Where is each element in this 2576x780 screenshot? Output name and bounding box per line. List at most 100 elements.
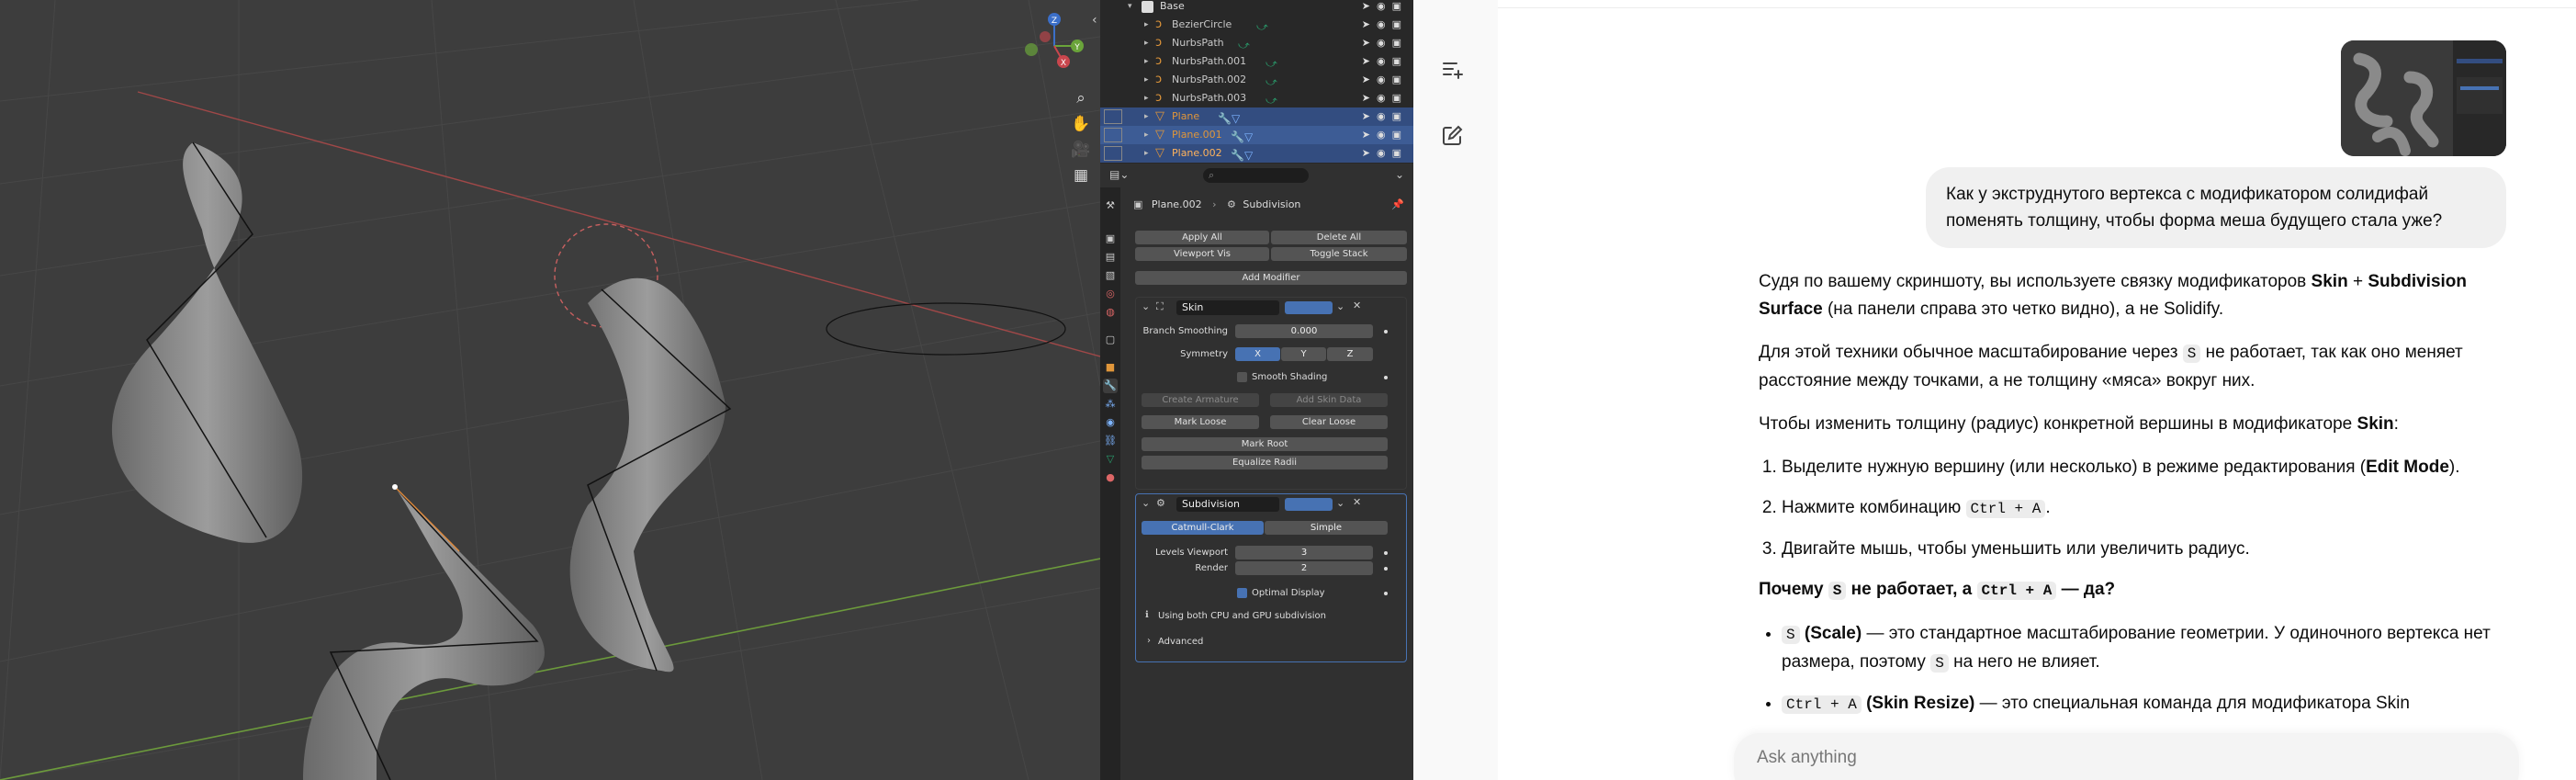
modifier-tab-icon[interactable]: 🔧: [1103, 379, 1118, 393]
visibility-icons[interactable]: ➤◉▣: [1362, 0, 1408, 16]
viewport-vis-button[interactable]: Viewport Vis: [1135, 247, 1269, 261]
visibility-icons[interactable]: ➤◉▣: [1362, 52, 1408, 71]
constraints-tab-icon[interactable]: ⛓: [1103, 434, 1118, 448]
3d-viewport[interactable]: Z Y X ‹ ⌕ ✋ 🎥 ▦: [0, 0, 1100, 780]
remove-modifier-icon[interactable]: ✕: [1353, 496, 1361, 508]
output-tab-icon[interactable]: ▤: [1103, 250, 1118, 265]
composer-input[interactable]: [1757, 748, 2400, 768]
visibility-icons[interactable]: ➤◉▣: [1362, 89, 1408, 107]
simple-toggle[interactable]: Simple: [1265, 521, 1388, 535]
mark-root-button[interactable]: Mark Root: [1142, 437, 1388, 451]
render-tab-icon[interactable]: ▣: [1103, 232, 1118, 246]
expand-icon[interactable]: ▸: [1144, 126, 1149, 144]
options-icon[interactable]: ⌄: [1395, 168, 1404, 181]
grid-icon[interactable]: ▦: [1069, 164, 1093, 187]
properties-search-input[interactable]: ⌕: [1203, 168, 1309, 183]
new-list-icon[interactable]: [1438, 55, 1466, 83]
visibility-icons[interactable]: ➤◉▣: [1362, 107, 1408, 126]
world-tab-icon[interactable]: ◍: [1103, 305, 1118, 320]
keyframe-dot[interactable]: [1384, 551, 1388, 555]
toggle-stack-button[interactable]: Toggle Stack: [1271, 247, 1407, 261]
symmetry-x-toggle[interactable]: X: [1235, 347, 1280, 361]
outliner-row-selected[interactable]: ▸ ▽ Plane.002 🔧▽ ➤◉▣: [1100, 144, 1413, 163]
outliner-row-selected[interactable]: ▸ ▽ Plane.001 🔧▽ ➤◉▣: [1100, 126, 1413, 144]
symmetry-y-toggle[interactable]: Y: [1281, 347, 1326, 361]
material-tab-icon[interactable]: ●: [1103, 470, 1118, 485]
hand-icon[interactable]: ✋: [1069, 112, 1093, 136]
camera-icon[interactable]: 🎥: [1069, 138, 1093, 162]
dropdown-icon[interactable]: ⌄: [1336, 497, 1344, 509]
optimal-display-checkbox[interactable]: [1237, 588, 1247, 598]
outliner-row[interactable]: ▸ ↄ NurbsPath.003 ⤻ ➤◉▣: [1100, 89, 1413, 107]
skin-visibility-toggles[interactable]: [1285, 301, 1333, 314]
expand-icon[interactable]: ▸: [1144, 107, 1149, 126]
particles-tab-icon[interactable]: ⁂: [1103, 397, 1118, 412]
collapse-icon[interactable]: ⌄: [1142, 300, 1150, 312]
collection-tab-icon[interactable]: ▢: [1103, 333, 1118, 347]
navigation-gizmo[interactable]: Z Y X: [1010, 9, 1098, 83]
equalize-radii-button[interactable]: Equalize Radii: [1142, 456, 1388, 469]
subdivision-visibility-toggles[interactable]: [1285, 498, 1333, 511]
render-levels-field[interactable]: 2: [1235, 561, 1373, 575]
add-skin-data-button[interactable]: Add Skin Data: [1270, 393, 1388, 407]
visibility-icons[interactable]: ➤◉▣: [1362, 126, 1408, 144]
tool-tab-icon[interactable]: ⚒: [1103, 198, 1118, 213]
edit-mode-icon[interactable]: [1104, 128, 1122, 142]
keyframe-dot[interactable]: [1384, 376, 1388, 379]
outliner-row-selected[interactable]: ▸ ▽ Plane 🔧▽ ➤◉▣: [1100, 107, 1413, 126]
advanced-section-label[interactable]: Advanced: [1158, 637, 1203, 647]
outliner-row[interactable]: ▸ ↄ BezierCircle ⤻ ➤◉▣: [1100, 16, 1413, 34]
view-layer-tab-icon[interactable]: ▧: [1103, 268, 1118, 283]
remove-modifier-icon[interactable]: ✕: [1353, 300, 1361, 311]
mark-loose-button[interactable]: Mark Loose: [1142, 415, 1259, 429]
scene-tab-icon[interactable]: ◎: [1103, 287, 1118, 301]
delete-all-button[interactable]: Delete All: [1271, 231, 1407, 244]
expand-advanced-icon[interactable]: ›: [1147, 636, 1151, 646]
expand-icon[interactable]: ▸: [1144, 89, 1149, 107]
visibility-icons[interactable]: ➤◉▣: [1362, 144, 1408, 163]
add-modifier-button[interactable]: Add Modifier: [1135, 271, 1407, 285]
visibility-icons[interactable]: ➤◉▣: [1362, 16, 1408, 34]
create-armature-button[interactable]: Create Armature: [1142, 393, 1259, 407]
skin-modifier-header[interactable]: ⌄ ⛶ Skin ⌄ ✕: [1136, 298, 1406, 318]
editor-type-icon[interactable]: ▤⌄: [1109, 168, 1129, 181]
pin-icon[interactable]: 📌: [1391, 187, 1404, 222]
skin-name-field[interactable]: Skin: [1176, 300, 1279, 315]
visibility-icons[interactable]: ➤◉▣: [1362, 34, 1408, 52]
zoom-icon[interactable]: ⌕: [1069, 86, 1093, 110]
outliner-row[interactable]: ▸ ↄ NurbsPath ⤻ ➤◉▣: [1100, 34, 1413, 52]
data-tab-icon[interactable]: ▽: [1103, 452, 1118, 467]
expand-icon[interactable]: ▸: [1144, 52, 1149, 71]
branch-smoothing-field[interactable]: 0.000: [1235, 324, 1373, 338]
subdivision-modifier-header[interactable]: ⌄ ⚙ Subdivision ⌄ ✕: [1136, 494, 1406, 514]
outliner-row[interactable]: ▸ ↄ NurbsPath.002 ⤻ ➤◉▣: [1100, 71, 1413, 89]
apply-all-button[interactable]: Apply All: [1135, 231, 1269, 244]
expand-icon[interactable]: ▾: [1128, 0, 1132, 16]
new-chat-icon[interactable]: [1438, 122, 1466, 150]
expand-icon[interactable]: ▸: [1144, 34, 1149, 52]
keyframe-dot[interactable]: [1384, 592, 1388, 595]
dropdown-icon[interactable]: ⌄: [1336, 300, 1344, 312]
edit-mode-icon[interactable]: [1104, 109, 1122, 124]
catmull-clark-toggle[interactable]: Catmull-Clark: [1142, 521, 1264, 535]
smooth-shading-checkbox[interactable]: [1237, 372, 1247, 382]
expand-icon[interactable]: ▸: [1144, 144, 1149, 163]
outliner-row-collection[interactable]: ▾ Base ➤◉▣: [1100, 0, 1413, 16]
expand-icon[interactable]: ▸: [1144, 71, 1149, 89]
keyframe-dot[interactable]: [1384, 330, 1388, 333]
object-tab-icon[interactable]: ■: [1103, 360, 1118, 375]
visibility-icons[interactable]: ➤◉▣: [1362, 71, 1408, 89]
expand-icon[interactable]: ▸: [1144, 16, 1149, 34]
physics-tab-icon[interactable]: ◉: [1103, 415, 1118, 430]
message-composer[interactable]: [1734, 733, 2519, 780]
edit-mode-icon[interactable]: [1104, 146, 1122, 161]
keyframe-dot[interactable]: [1384, 567, 1388, 571]
sidebar-toggle-icon[interactable]: ‹: [1092, 13, 1097, 28]
levels-viewport-field[interactable]: 3: [1235, 546, 1373, 560]
attached-screenshot-thumbnail[interactable]: [2341, 40, 2506, 156]
clear-loose-button[interactable]: Clear Loose: [1270, 415, 1388, 429]
subdivision-name-field[interactable]: Subdivision: [1176, 497, 1279, 512]
outliner-row[interactable]: ▸ ↄ NurbsPath.001 ⤻ ➤◉▣: [1100, 52, 1413, 71]
symmetry-z-toggle[interactable]: Z: [1327, 347, 1373, 361]
collapse-icon[interactable]: ⌄: [1142, 497, 1150, 509]
